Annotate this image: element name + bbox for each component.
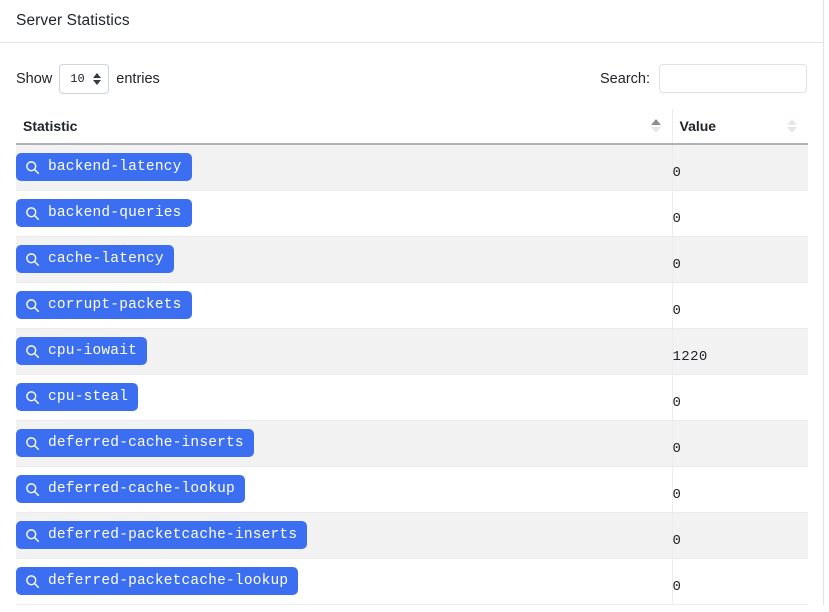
server-statistics-table: Statistic Value backe xyxy=(16,109,808,605)
table-body: backend-latency0backend-queries0cache-la… xyxy=(16,144,808,604)
search-icon xyxy=(25,574,40,589)
search-icon xyxy=(25,528,40,543)
statistic-badge-link[interactable]: deferred-cache-inserts xyxy=(16,429,254,457)
statistic-value: 0 xyxy=(673,384,809,411)
search-icon xyxy=(25,390,40,405)
card-header: Server Statistics xyxy=(0,0,823,43)
cell-statistic: deferred-cache-lookup xyxy=(16,466,672,512)
statistic-label: deferred-cache-inserts xyxy=(48,434,244,452)
column-header-value-label: Value xyxy=(680,118,717,134)
stepper-arrows-icon xyxy=(93,73,101,85)
table-row: backend-latency 0 xyxy=(16,144,808,190)
search-icon xyxy=(25,206,40,221)
show-label: Show xyxy=(16,71,52,87)
cell-statistic: cpu-steal xyxy=(16,374,672,420)
statistic-value: 1220 xyxy=(673,338,809,365)
server-statistics-card: Server Statistics Show 10 entries Search… xyxy=(0,0,824,605)
page-length-select[interactable]: 10 xyxy=(59,64,109,94)
cell-statistic: cache-latency xyxy=(16,236,672,282)
cell-value: 0 xyxy=(672,374,808,420)
table-row: cache-latency 0 xyxy=(16,236,808,282)
search-label: Search: xyxy=(600,71,650,87)
statistic-badge-link[interactable]: cpu-iowait xyxy=(16,337,147,365)
statistic-label: deferred-packetcache-lookup xyxy=(48,572,288,590)
table-row: backend-queries 0 xyxy=(16,190,808,236)
statistic-label: deferred-cache-lookup xyxy=(48,480,235,498)
cell-value: 0 xyxy=(672,558,808,604)
card-body: Show 10 entries Search: St xyxy=(0,43,823,605)
table-header: Statistic Value xyxy=(16,109,808,144)
column-header-value[interactable]: Value xyxy=(672,109,808,144)
column-header-statistic[interactable]: Statistic xyxy=(16,109,672,144)
cell-statistic: deferred-packetcache-inserts xyxy=(16,512,672,558)
statistic-badge-link[interactable]: backend-queries xyxy=(16,199,192,227)
statistic-value: 0 xyxy=(673,246,809,273)
search-icon xyxy=(25,436,40,451)
cell-statistic: backend-latency xyxy=(16,144,672,190)
statistic-label: corrupt-packets xyxy=(48,296,182,314)
statistic-label: backend-queries xyxy=(48,204,182,222)
cell-value: 0 xyxy=(672,420,808,466)
table-row: deferred-cache-lookup 0 xyxy=(16,466,808,512)
entries-label: entries xyxy=(116,71,160,87)
statistic-label: deferred-packetcache-inserts xyxy=(48,526,297,544)
search-icon xyxy=(25,252,40,267)
cell-value: 0 xyxy=(672,466,808,512)
table-row: cpu-iowait 1220 xyxy=(16,328,808,374)
statistic-value: 0 xyxy=(673,522,809,549)
cell-statistic: corrupt-packets xyxy=(16,282,672,328)
statistic-badge-link[interactable]: deferred-packetcache-lookup xyxy=(16,567,298,595)
cell-statistic: cpu-iowait xyxy=(16,328,672,374)
cell-statistic: deferred-packetcache-lookup xyxy=(16,558,672,604)
statistic-value: 0 xyxy=(673,292,809,319)
statistic-badge-link[interactable]: backend-latency xyxy=(16,153,192,181)
statistic-value: 0 xyxy=(673,154,809,181)
table-header-row: Statistic Value xyxy=(16,109,808,144)
sort-arrows-icon-statistic xyxy=(651,119,661,133)
statistic-label: cpu-iowait xyxy=(48,342,137,360)
statistic-value: 0 xyxy=(673,200,809,227)
statistic-value: 0 xyxy=(673,476,809,503)
statistic-label: backend-latency xyxy=(48,158,182,176)
column-header-statistic-label: Statistic xyxy=(23,118,77,134)
statistic-label: cpu-steal xyxy=(48,388,128,406)
search-icon xyxy=(25,482,40,497)
page-title: Server Statistics xyxy=(16,12,130,30)
sort-arrows-icon-value xyxy=(787,119,797,133)
cell-value: 0 xyxy=(672,282,808,328)
statistic-badge-link[interactable]: corrupt-packets xyxy=(16,291,192,319)
cell-value: 0 xyxy=(672,512,808,558)
table-row: deferred-cache-inserts 0 xyxy=(16,420,808,466)
search-input[interactable] xyxy=(659,64,807,93)
statistic-value: 0 xyxy=(673,430,809,457)
cell-statistic: backend-queries xyxy=(16,190,672,236)
search-icon xyxy=(25,344,40,359)
search-icon xyxy=(25,160,40,175)
statistic-value: 0 xyxy=(673,568,809,595)
statistic-badge-link[interactable]: deferred-cache-lookup xyxy=(16,475,245,503)
statistic-badge-link[interactable]: cpu-steal xyxy=(16,383,138,411)
search-control: Search: xyxy=(600,57,807,93)
search-icon xyxy=(25,298,40,313)
cell-value: 0 xyxy=(672,144,808,190)
table-controls: Show 10 entries Search: xyxy=(16,57,807,101)
table-row: deferred-packetcache-inserts 0 xyxy=(16,512,808,558)
table-row: deferred-packetcache-lookup 0 xyxy=(16,558,808,604)
statistic-badge-link[interactable]: deferred-packetcache-inserts xyxy=(16,521,307,549)
table-row: cpu-steal 0 xyxy=(16,374,808,420)
page-length-control: Show 10 entries xyxy=(16,57,160,94)
page-length-value: 10 xyxy=(70,72,84,86)
cell-value: 1220 xyxy=(672,328,808,374)
cell-value: 0 xyxy=(672,236,808,282)
table-row: corrupt-packets 0 xyxy=(16,282,808,328)
cell-statistic: deferred-cache-inserts xyxy=(16,420,672,466)
statistic-badge-link[interactable]: cache-latency xyxy=(16,245,174,273)
cell-value: 0 xyxy=(672,190,808,236)
statistic-label: cache-latency xyxy=(48,250,164,268)
